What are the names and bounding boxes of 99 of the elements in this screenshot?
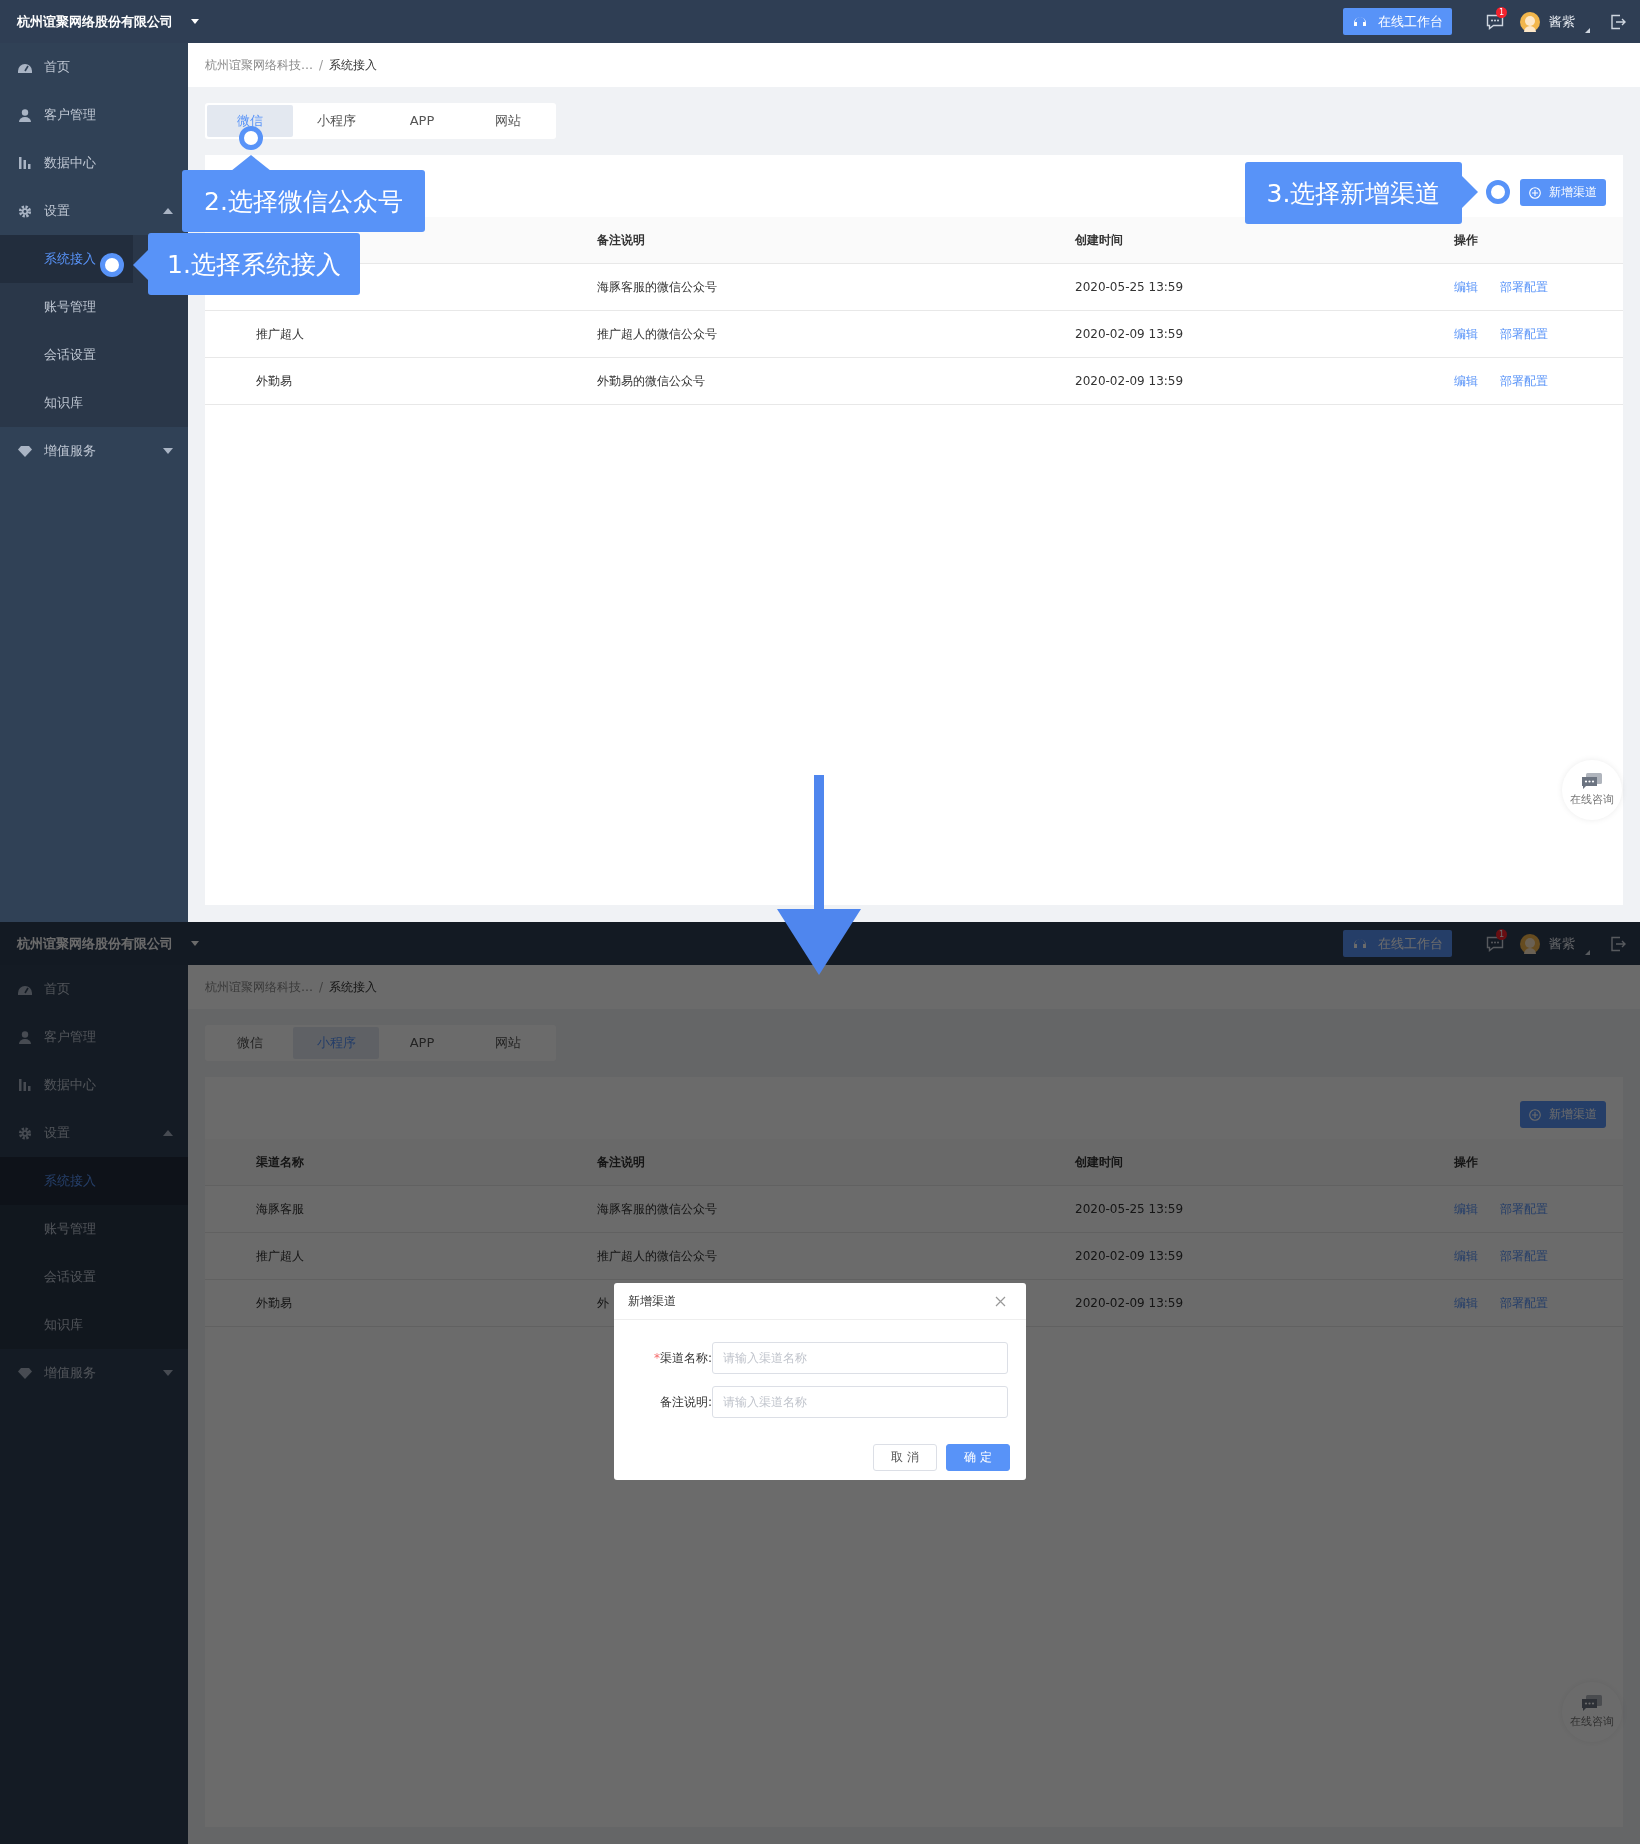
callout-pointer (1462, 176, 1478, 208)
field-label: 备注说明: (659, 1394, 712, 1409)
column-header: 创建时间 (1075, 232, 1123, 247)
menu-item[interactable]: 客户管理 (0, 91, 180, 139)
breadcrumb-item: 系统接入 (329, 978, 378, 996)
table-cell: 2020-02-09 13:59 (1075, 1249, 1184, 1263)
action-link[interactable]: 编辑 (1454, 1200, 1478, 1218)
table-cell: 2020-02-09 13:59 (1075, 327, 1184, 341)
diamond-icon (18, 1367, 32, 1379)
tab[interactable]: APP (379, 1027, 465, 1059)
workbench-button[interactable]: 在线工作台 (1343, 8, 1452, 35)
diamond-icon (18, 445, 32, 457)
action-link[interactable]: 编辑 (1454, 325, 1478, 343)
column-header: 创建时间 (1075, 1154, 1123, 1169)
tab[interactable]: 小程序 (293, 105, 379, 137)
consult-label: 在线咨询 (1570, 792, 1614, 807)
column-header: 操作 (1454, 232, 1478, 247)
user-icon (18, 108, 32, 122)
table-cell: 推广超人的微信公众号 (597, 326, 717, 341)
user-icon (18, 1030, 32, 1044)
breadcrumb-separator: / (319, 58, 324, 72)
action-link[interactable]: 编辑 (1454, 278, 1478, 296)
chat-icon (1582, 773, 1602, 789)
bar-chart-icon (18, 157, 32, 169)
input-field[interactable]: 请输入渠道名称 (712, 1386, 1008, 1418)
table-cell: 外勤易 (256, 1295, 292, 1310)
action-link[interactable]: 部署配置 (1500, 1247, 1548, 1265)
tab[interactable]: APP (379, 105, 465, 137)
bar-chart-icon (18, 1079, 32, 1091)
submenu-item[interactable]: 系统接入 (0, 1157, 188, 1205)
field-label: 渠道名称: (659, 1350, 712, 1365)
table-cell: 外勤易 (256, 373, 292, 388)
table-cell: 2020-02-09 13:59 (1075, 374, 1184, 388)
column-header: 操作 (1454, 1154, 1478, 1169)
column-header: 备注说明 (597, 1154, 645, 1169)
tab[interactable]: 网站 (465, 1027, 551, 1059)
logout-icon[interactable] (1610, 13, 1626, 30)
breadcrumb-item[interactable]: 杭州谊聚网络科技… (205, 56, 313, 74)
action-link[interactable]: 部署配置 (1500, 278, 1548, 296)
tab[interactable]: 网站 (465, 105, 551, 137)
avatar-icon[interactable] (1520, 11, 1540, 32)
input-field[interactable]: 请输入渠道名称 (712, 1342, 1008, 1374)
menu-item[interactable]: 增值服务 (0, 427, 180, 475)
close-icon[interactable] (995, 1295, 1006, 1307)
chat-icon (1582, 1695, 1602, 1711)
notification-badge: 1 (1496, 7, 1507, 18)
table-cell: 2020-05-25 13:59 (1075, 280, 1184, 294)
dashboard-icon (18, 61, 32, 73)
plus-icon (1529, 186, 1541, 199)
dashboard-icon (18, 983, 32, 995)
breadcrumb-separator: / (319, 980, 324, 994)
add-channel-button[interactable]: 新增渠道 (1520, 179, 1606, 206)
required-mark: * (653, 1350, 660, 1365)
action-link[interactable]: 编辑 (1454, 372, 1478, 390)
column-header: 渠道名称 (256, 1154, 304, 1169)
table-cell: 推广超人 (256, 1248, 304, 1263)
user-name[interactable]: 酱紫 (1549, 12, 1575, 31)
submenu-item[interactable]: 系统接入 (0, 235, 133, 283)
step-marker (100, 253, 124, 277)
table-cell: 外 (597, 1295, 609, 1310)
action-link[interactable]: 编辑 (1454, 1294, 1478, 1312)
menu-item[interactable]: 首页 (0, 43, 180, 91)
action-link[interactable]: 部署配置 (1500, 372, 1548, 390)
table-cell: 推广超人 (256, 326, 304, 341)
step-marker (1486, 180, 1510, 204)
submenu-item[interactable]: 会话设置 (0, 331, 133, 379)
action-link[interactable]: 部署配置 (1500, 1200, 1548, 1218)
company-name[interactable]: 杭州谊聚网络股份有限公司 (17, 934, 173, 953)
tab[interactable]: 小程序 (293, 1027, 379, 1059)
action-link[interactable]: 部署配置 (1500, 325, 1548, 343)
breadcrumb-item: 系统接入 (329, 56, 378, 74)
menu-item[interactable]: 数据中心 (0, 139, 180, 187)
table-cell: 外勤易的微信公众号 (597, 373, 705, 388)
company-name[interactable]: 杭州谊聚网络股份有限公司 (17, 12, 173, 31)
confirm-button[interactable]: 确 定 (946, 1444, 1010, 1471)
caret-icon[interactable] (1585, 28, 1590, 33)
workbench-button[interactable]: 在线工作台 (1343, 930, 1452, 957)
tab[interactable]: 微信 (207, 105, 293, 137)
menu-item[interactable]: 设置 (0, 187, 180, 235)
table-cell: 海豚客服 (256, 1201, 304, 1216)
column-header: 备注说明 (597, 232, 645, 247)
caret-icon[interactable] (191, 19, 199, 24)
notification-badge: 1 (1496, 929, 1507, 940)
table-cell: 2020-05-25 13:59 (1075, 1202, 1184, 1216)
action-link[interactable]: 部署配置 (1500, 1294, 1548, 1312)
submenu-item[interactable]: 知识库 (0, 379, 133, 427)
dialog-title: 新增渠道 (628, 1292, 676, 1310)
settings-icon (18, 204, 32, 218)
cancel-button[interactable]: 取 消 (873, 1444, 937, 1471)
settings-icon (18, 1126, 32, 1140)
message-icon[interactable] (1486, 13, 1504, 30)
table-cell: 海豚客服的微信公众号 (597, 1201, 717, 1216)
table-cell: 海豚客服的微信公众号 (597, 279, 717, 294)
action-link[interactable]: 编辑 (1454, 1247, 1478, 1265)
user-name[interactable]: 酱紫 (1549, 934, 1575, 953)
tab[interactable]: 微信 (207, 1027, 293, 1059)
submenu-item[interactable]: 账号管理 (0, 283, 133, 331)
table-cell: 2020-02-09 13:59 (1075, 1296, 1184, 1310)
table-cell: 推广超人的微信公众号 (597, 1248, 717, 1263)
